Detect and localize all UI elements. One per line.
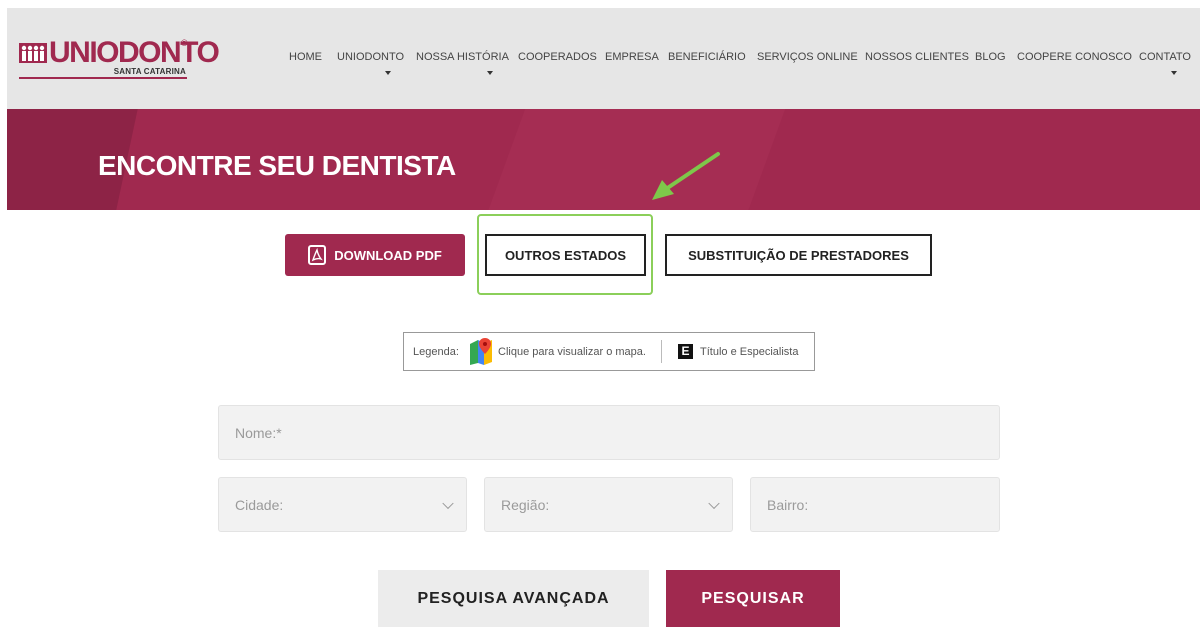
nav-uniodonto[interactable]: UNIODONTO bbox=[337, 50, 404, 64]
nav-nossos-clientes[interactable]: NOSSOS CLIENTES bbox=[865, 50, 969, 64]
logo-registered-mark: ® bbox=[181, 38, 188, 48]
legend-box: Legenda: Clique para visualizar o mapa. … bbox=[403, 332, 815, 371]
legend-map-text: Clique para visualizar o mapa. bbox=[498, 346, 646, 358]
page-title: ENCONTRE SEU DENTISTA bbox=[98, 150, 456, 181]
legend-label: Legenda: bbox=[413, 346, 459, 358]
regiao-placeholder: Região: bbox=[501, 496, 550, 513]
bairro-placeholder: Bairro: bbox=[767, 496, 809, 513]
advanced-search-button[interactable]: PESQUISA AVANÇADA bbox=[378, 570, 649, 627]
nav-beneficiario[interactable]: BENEFICIÁRIO bbox=[668, 50, 746, 64]
nav-nossa-historia[interactable]: NOSSA HISTÓRIA bbox=[416, 50, 509, 64]
outros-estados-label: OUTROS ESTADOS bbox=[504, 247, 627, 263]
nav-home[interactable]: HOME bbox=[289, 50, 322, 64]
nav-blog[interactable]: BLOG bbox=[975, 50, 1006, 64]
substituicao-prestadores-label: SUBSTITUIÇÃO DE PRESTADORES bbox=[688, 247, 909, 263]
nav-contato-dropdown-icon[interactable] bbox=[1171, 71, 1177, 75]
nav-contato[interactable]: CONTATO bbox=[1139, 50, 1191, 64]
search-button[interactable]: PESQUISAR bbox=[666, 570, 840, 627]
legend-especialista-text: Título e Especialista bbox=[700, 346, 799, 358]
especialista-icon: E bbox=[678, 344, 693, 359]
banner-decoration bbox=[481, 109, 793, 210]
main-navigation: HOME UNIODONTO NOSSA HISTÓRIA COOPERADOS… bbox=[0, 50, 1200, 90]
google-maps-icon bbox=[470, 338, 492, 365]
nav-uniodonto-dropdown-icon[interactable] bbox=[385, 71, 391, 75]
nav-coopere-conosco[interactable]: COOPERE CONOSCO bbox=[1017, 50, 1132, 64]
legend-divider bbox=[661, 340, 662, 363]
annotation-arrow-icon bbox=[652, 152, 720, 200]
nome-placeholder: Nome:* bbox=[235, 424, 282, 441]
regiao-select[interactable]: Região: bbox=[484, 477, 733, 532]
nav-nossa-historia-dropdown-icon[interactable] bbox=[487, 71, 493, 75]
nav-servicos-online[interactable]: SERVIÇOS ONLINE bbox=[757, 50, 858, 64]
download-pdf-label: DOWNLOAD PDF bbox=[334, 247, 442, 263]
nome-input[interactable]: Nome:* bbox=[218, 405, 1000, 460]
outros-estados-button[interactable]: OUTROS ESTADOS bbox=[485, 234, 646, 276]
chevron-down-icon bbox=[442, 497, 454, 509]
cidade-select[interactable]: Cidade: bbox=[218, 477, 467, 532]
cidade-placeholder: Cidade: bbox=[235, 496, 284, 513]
page-banner: ENCONTRE SEU DENTISTA bbox=[7, 109, 1200, 210]
download-pdf-button[interactable]: DOWNLOAD PDF bbox=[285, 234, 465, 276]
substituicao-prestadores-button[interactable]: SUBSTITUIÇÃO DE PRESTADORES bbox=[665, 234, 932, 276]
chevron-down-icon bbox=[708, 497, 720, 509]
nav-empresa[interactable]: EMPRESA bbox=[605, 50, 659, 64]
bairro-input[interactable]: Bairro: bbox=[750, 477, 1000, 532]
nav-cooperados[interactable]: COOPERADOS bbox=[518, 50, 597, 64]
pdf-icon bbox=[308, 245, 327, 265]
